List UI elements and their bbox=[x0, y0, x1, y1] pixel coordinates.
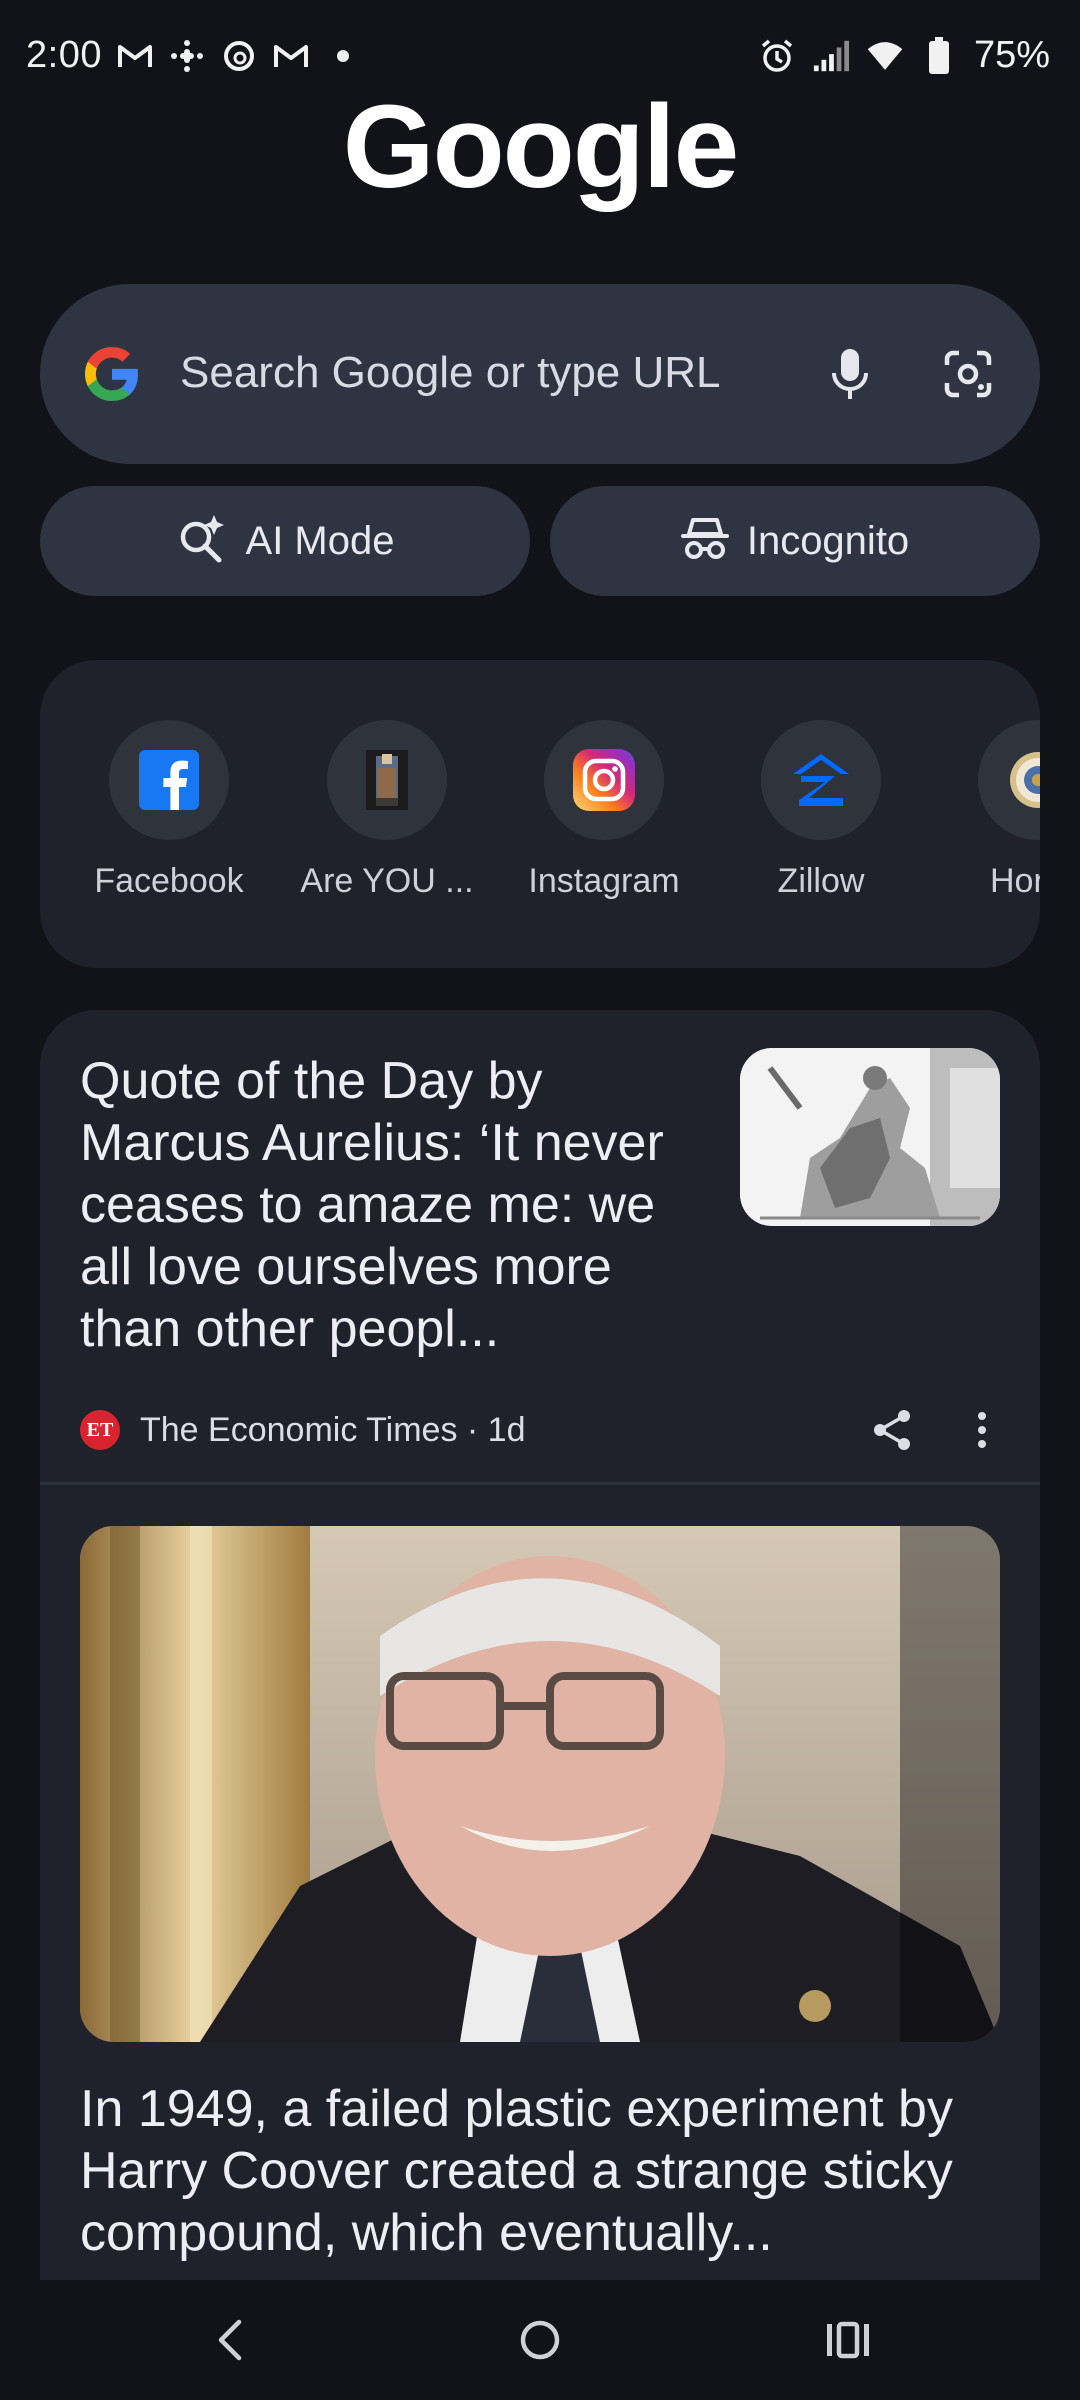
article-title-2[interactable]: In 1949, a failed plastic experiment by … bbox=[80, 2078, 1010, 2264]
navigation-bar bbox=[0, 2280, 1080, 2400]
gmail-icon bbox=[116, 37, 154, 75]
shortcuts-panel: Facebook Are YOU ... Instagram Zillow Ho bbox=[40, 660, 1040, 968]
battery-percent: 75% bbox=[973, 34, 1050, 76]
search-input[interactable]: Search Google or type URL bbox=[180, 348, 721, 398]
search-box[interactable]: Search Google or type URL bbox=[40, 284, 1040, 464]
threads-icon bbox=[220, 37, 258, 75]
article-thumbnail[interactable] bbox=[740, 1048, 1000, 1226]
shortcut-zillow[interactable]: Zillow bbox=[721, 720, 921, 901]
dot-icon bbox=[324, 37, 362, 75]
google-logo: Google bbox=[342, 81, 739, 213]
ai-mode-label: AI Mode bbox=[245, 518, 395, 563]
status-left: 2:00 bbox=[26, 34, 362, 77]
shortcut-label: Hor bbox=[990, 862, 1040, 900]
more-options-icon[interactable] bbox=[960, 1408, 1004, 1452]
shortcut-label: Zillow bbox=[777, 862, 865, 900]
google-g-icon bbox=[80, 342, 144, 406]
shortcut-facebook[interactable]: Facebook bbox=[69, 720, 269, 901]
recent-apps-icon[interactable] bbox=[818, 2310, 878, 2370]
signal-icon bbox=[812, 37, 850, 75]
status-time: 2:00 bbox=[26, 34, 102, 76]
gmail-icon-2 bbox=[272, 37, 310, 75]
slack-icon bbox=[168, 37, 206, 75]
alarm-icon bbox=[758, 37, 796, 75]
article-hero-image[interactable] bbox=[80, 1526, 1000, 2042]
news-feed-card: Quote of the Day by Marcus Aurelius: ‘It… bbox=[40, 1010, 1040, 2310]
economic-times-logo: ET bbox=[80, 1410, 120, 1450]
ai-search-sparkle-icon bbox=[176, 513, 228, 570]
home-icon[interactable] bbox=[510, 2310, 570, 2370]
mic-icon[interactable] bbox=[816, 340, 884, 408]
share-icon[interactable] bbox=[870, 1408, 914, 1452]
status-right: 75% bbox=[758, 34, 1050, 77]
shortcut-hor[interactable]: Hor bbox=[938, 720, 1040, 901]
article-title[interactable]: Quote of the Day by Marcus Aurelius: ‘It… bbox=[80, 1050, 720, 1360]
google-lens-icon[interactable] bbox=[934, 340, 1002, 408]
facebook-icon bbox=[109, 720, 229, 840]
instagram-icon bbox=[544, 720, 664, 840]
incognito-icon bbox=[680, 516, 729, 567]
card-divider bbox=[40, 1482, 1040, 1485]
zillow-icon bbox=[761, 720, 881, 840]
article-source-row: ET The Economic Times · 1d bbox=[80, 1400, 1000, 1460]
incognito-label: Incognito bbox=[746, 518, 910, 563]
shortcut-label: Are YOU ... bbox=[300, 862, 474, 900]
shortcut-instagram[interactable]: Instagram bbox=[504, 720, 704, 901]
wifi-icon bbox=[866, 37, 904, 75]
seal-icon bbox=[978, 720, 1040, 840]
shortcut-label: Facebook bbox=[94, 862, 244, 900]
site-thumbnail-icon bbox=[327, 720, 447, 840]
battery-icon bbox=[920, 36, 958, 75]
incognito-button[interactable]: Incognito bbox=[550, 486, 1040, 596]
ai-mode-button[interactable]: AI Mode bbox=[40, 486, 530, 596]
back-icon[interactable] bbox=[200, 2310, 260, 2370]
shortcut-are-you[interactable]: Are YOU ... bbox=[287, 720, 487, 901]
article-source: The Economic Times · 1d bbox=[140, 1410, 526, 1449]
shortcut-label: Instagram bbox=[528, 862, 680, 900]
